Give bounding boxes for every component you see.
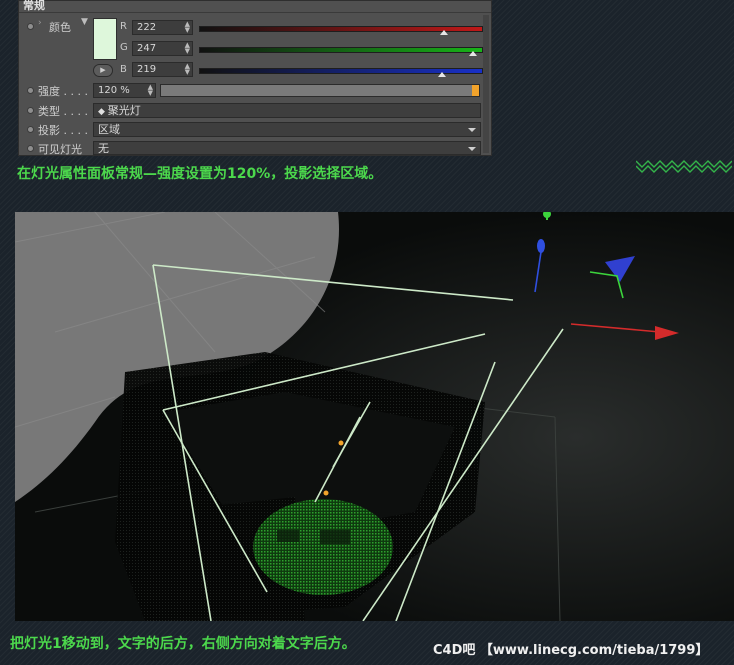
caption-top: 在灯光属性面板常规—强度设置为120%，投影选择区域。 [17,166,383,182]
light-handle-point[interactable] [323,490,329,496]
intensity-value-field[interactable]: 120 % ▲ ▼ [93,83,156,98]
red-value-field[interactable]: 222 ▲ ▼ [132,20,193,35]
color-swatch[interactable] [93,18,117,60]
green-channel-label: G [120,42,128,53]
text-letter-shadow [277,530,299,542]
color-keyframe-dot[interactable] [27,23,34,30]
red-value: 222 [137,22,157,33]
type-dropdown[interactable]: ◆ 聚光灯 [93,103,481,118]
z-axis-handle[interactable] [537,239,545,253]
intensity-slider-handle[interactable] [472,85,479,96]
type-value: 聚光灯 [107,104,141,117]
color-mode-dropdown-icon[interactable]: ▼ [81,17,88,27]
visible-light-value: 无 [98,142,109,155]
intensity-keyframe-dot[interactable] [27,87,34,94]
panel-scrollbar[interactable] [483,15,489,153]
site-watermark: C4D吧 【www.linecg.com/tieba/1799】 [433,643,709,658]
red-channel-label: R [120,21,127,32]
3d-viewport[interactable] [15,212,734,621]
intensity-value: 120 % [98,85,130,96]
intensity-slider[interactable] [160,84,480,97]
intensity-label: 强度 . . . . [38,85,88,98]
stepper-arrows-icon[interactable]: ▲ ▼ [185,63,190,76]
shadow-value: 区域 [98,123,120,136]
color-picker-toggle-button[interactable]: ▶ [93,64,113,77]
visible-light-keyframe-dot[interactable] [27,145,34,152]
green-slider-handle[interactable] [468,51,477,56]
stepper-arrows-icon[interactable]: ▲ ▼ [148,84,153,97]
expand-arrow-icon[interactable]: › [38,18,42,28]
red-slider-handle[interactable] [440,30,449,35]
green-channel-slider[interactable] [199,47,483,53]
color-label: 颜色 [49,21,71,34]
shadow-dropdown[interactable]: 区域 [93,122,481,137]
spotlight-icon: ◆ [98,107,108,117]
stepper-arrows-icon[interactable]: ▲ ▼ [185,42,190,55]
shadow-label: 投影 . . . . [38,124,88,137]
light-attributes-panel: 常规 › 颜色 ▼ R 222 ▲ ▼ G 247 ▲ ▼ ▶ B 219 ▲ ▼ 强… [18,0,492,156]
shadow-keyframe-dot[interactable] [27,126,34,133]
type-keyframe-dot[interactable] [27,107,34,114]
visible-light-label: 可见灯光 [38,143,82,156]
blue-value-field[interactable]: 219 ▲ ▼ [132,62,193,77]
type-label: 类型 . . . . [38,105,88,118]
stepper-arrows-icon[interactable]: ▲ ▼ [185,21,190,34]
chevron-down-icon [468,128,476,132]
light-handle-point[interactable] [338,440,344,446]
green-value: 247 [137,43,157,54]
viewport-render [15,212,734,621]
caption-bottom: 把灯光1移动到，文字的后方，右侧方向对着文字后方。 [10,636,356,652]
blue-channel-label: B [120,64,127,75]
text-letter-shadow [320,530,350,544]
zigzag-decoration [636,160,732,173]
section-divider [19,12,491,13]
blue-value: 219 [137,64,157,75]
blue-slider-handle[interactable] [437,72,446,77]
visible-light-dropdown[interactable]: 无 [93,141,481,155]
chevron-down-icon [468,147,476,151]
illuminated-text-3d [253,499,393,595]
green-value-field[interactable]: 247 ▲ ▼ [132,41,193,56]
